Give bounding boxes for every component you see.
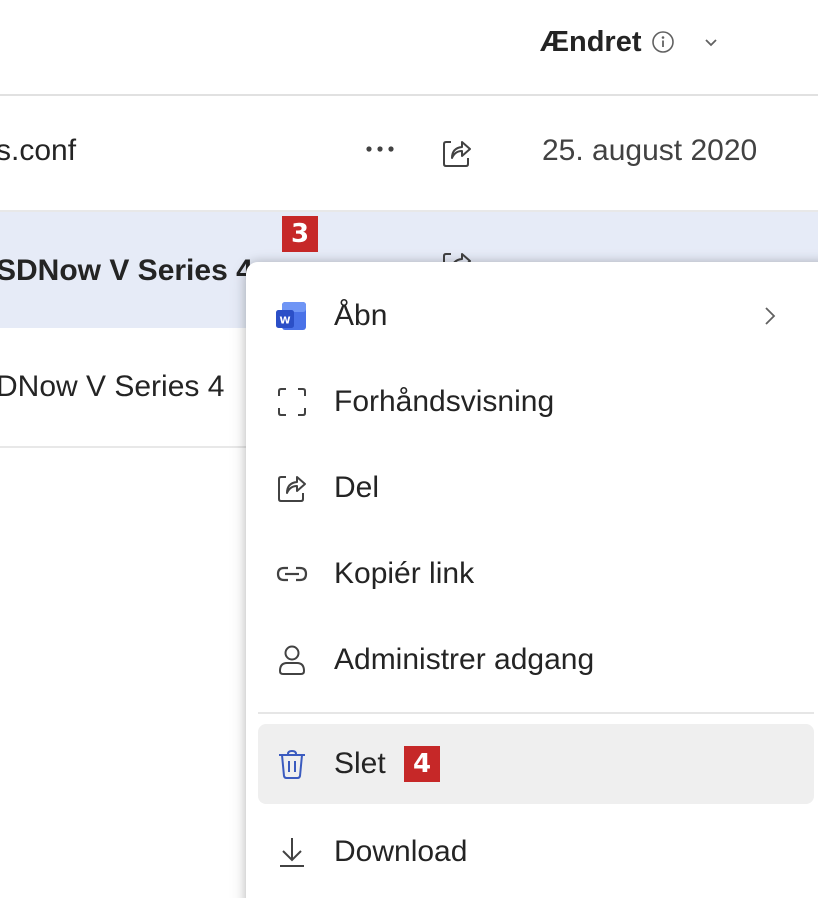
menu-item-label: Kopiér link — [334, 557, 475, 590]
file-name[interactable]: s.conf — [0, 134, 76, 168]
chevron-down-icon[interactable] — [702, 33, 720, 51]
file-name[interactable]: DNow V Series 4 — [0, 370, 224, 404]
more-options-icon[interactable] — [362, 134, 398, 164]
menu-item-label: Slet — [334, 747, 386, 780]
file-list-view: Ændret s.conf 25. august 2020 SDNow V Se… — [0, 0, 818, 898]
menu-item-copy-link[interactable]: Kopiér link — [258, 534, 814, 614]
step-badge-3: 3 — [282, 216, 318, 252]
trash-icon — [279, 749, 305, 779]
chevron-right-icon — [765, 307, 776, 325]
step-badge-4: 4 — [404, 746, 440, 782]
info-icon[interactable] — [650, 29, 676, 55]
table-row[interactable]: s.conf 25. august 2020 — [0, 96, 818, 212]
menu-item-label: Administrer adgang — [334, 643, 595, 676]
menu-divider — [258, 712, 814, 714]
menu-item-share[interactable]: Del — [258, 448, 814, 528]
preview-icon — [278, 388, 306, 416]
modified-date: 25. august 2020 — [542, 134, 758, 167]
menu-item-manage-access[interactable]: Administrer adgang — [258, 620, 814, 700]
svg-text:W: W — [279, 316, 290, 327]
download-icon — [280, 838, 304, 867]
file-name[interactable]: SDNow V Series 4 — [0, 254, 253, 288]
menu-item-label: Forhåndsvisning — [334, 385, 555, 418]
person-icon — [278, 645, 306, 675]
list-header: Ændret — [0, 0, 818, 96]
share-icon — [278, 476, 306, 502]
menu-item-delete[interactable]: Slet — [258, 724, 814, 804]
word-icon: W — [276, 302, 306, 330]
share-icon[interactable] — [440, 136, 474, 170]
menu-item-preview[interactable]: Forhåndsvisning — [258, 362, 814, 442]
menu-item-download[interactable]: Download — [258, 812, 814, 892]
menu-item-label: Download — [334, 835, 468, 868]
context-menu: W Åbn Forhåndsvisning Del Kopiér link Ad… — [246, 262, 818, 898]
link-icon — [276, 566, 308, 582]
column-header-modified-label: Ændret — [540, 25, 642, 58]
menu-item-label: Del — [334, 471, 380, 504]
menu-item-open[interactable]: W Åbn — [258, 276, 814, 356]
column-header-modified[interactable]: Ændret — [540, 22, 720, 62]
menu-item-label: Åbn — [334, 299, 388, 332]
